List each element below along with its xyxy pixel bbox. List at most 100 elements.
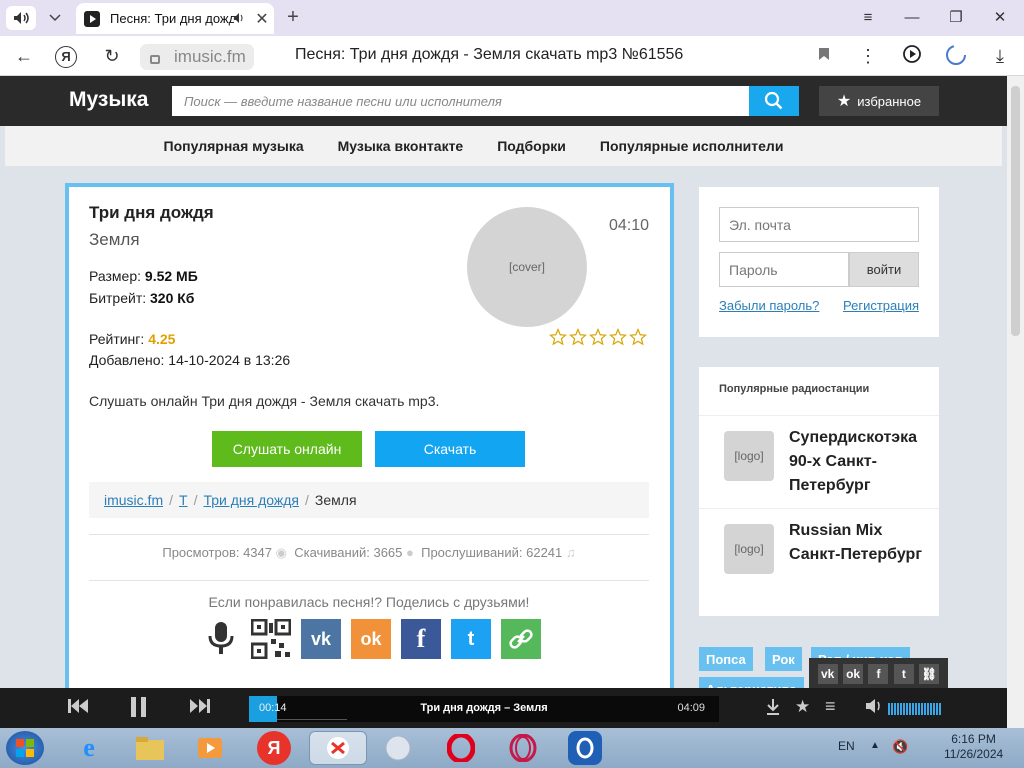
start-button-icon[interactable] [6, 731, 44, 765]
volume-slider[interactable] [888, 703, 941, 715]
system-clock[interactable]: 6:16 PM 11/26/2024 [944, 732, 1003, 762]
download-button[interactable]: Скачать [375, 431, 525, 467]
reload-icon[interactable]: ↻ [99, 44, 125, 68]
rating-star-icon[interactable] [569, 327, 587, 351]
speaker-muted-icon[interactable]: 🔇 [892, 739, 908, 755]
breadcrumb-home[interactable]: imusic.fm [104, 492, 163, 508]
media-player-icon[interactable] [194, 731, 228, 765]
login-button[interactable]: войти [849, 252, 919, 287]
yandex-music-icon[interactable] [309, 731, 367, 765]
downloads-count: Скачиваний: 3665 [294, 545, 403, 560]
link-icon[interactable] [501, 619, 541, 659]
yandex-logo-icon[interactable]: Я [55, 46, 77, 68]
breadcrumb-song[interactable]: Три дня дождя [203, 492, 299, 508]
previous-track-icon[interactable] [67, 696, 89, 721]
site-header: Музыка ★ избранное [0, 76, 1007, 126]
new-tab-icon[interactable]: + [280, 6, 306, 30]
audio-playing-icon[interactable] [6, 6, 36, 30]
playlist-menu-icon[interactable]: ≡ [825, 696, 836, 717]
twitter-icon[interactable]: t [451, 619, 491, 659]
site-logo[interactable]: Музыка [69, 88, 148, 112]
page-scrollbar[interactable] [1007, 76, 1024, 728]
favorites-button[interactable]: ★ избранное [819, 86, 939, 116]
input-language[interactable]: EN [838, 739, 855, 753]
microphone-icon[interactable] [201, 619, 241, 659]
window-close-icon[interactable]: ✕ [985, 6, 1015, 30]
facebook-icon[interactable]: f [868, 664, 889, 684]
song-duration: 04:10 [609, 217, 650, 234]
station-name[interactable]: Russian Mix Санкт-Петербург [789, 519, 929, 567]
breadcrumb-letter[interactable]: Т [179, 492, 188, 508]
station-name[interactable]: Супердискотэка 90-х Санкт-Петербург [789, 426, 929, 498]
downloads-icon[interactable]: ⤓ [987, 44, 1013, 68]
vk-icon[interactable]: vk [301, 619, 341, 659]
bookmark-icon[interactable] [811, 44, 837, 68]
facebook-icon[interactable]: f [401, 619, 441, 659]
rating-star-icon[interactable] [609, 327, 627, 351]
tab-audio-icon[interactable] [234, 11, 246, 26]
station-logo: [logo] [724, 431, 774, 481]
qr-code-icon[interactable] [251, 619, 291, 659]
url-host-pill[interactable]: imusic.fm [140, 44, 254, 70]
tab-close-icon[interactable]: ✕ [250, 9, 274, 29]
search-input[interactable] [172, 86, 750, 116]
volume-bar-segment [930, 703, 932, 715]
scrollbar-thumb[interactable] [1011, 86, 1020, 336]
nav-vk-music[interactable]: Музыка вконтакте [338, 138, 464, 154]
volume-icon[interactable] [865, 698, 883, 719]
browser-menu-icon[interactable]: ≡ [853, 6, 883, 30]
player-progress[interactable]: 00:14 Три дня дождя – Земля 04:09 [249, 696, 719, 722]
tray-expand-icon[interactable]: ▲ [870, 740, 880, 751]
tag-rock[interactable]: Рок [765, 647, 802, 671]
radio-station-item[interactable]: [logo] Супердискотэка 90-х Санкт-Петербу… [699, 415, 939, 508]
tab-list-chevron-icon[interactable] [40, 6, 70, 30]
forgot-password-link[interactable]: Забыли пароль? [719, 298, 819, 313]
media-play-icon[interactable] [899, 44, 925, 68]
breadcrumb-separator: / [305, 492, 309, 508]
nav-popular-music[interactable]: Популярная музыка [164, 138, 304, 154]
song-cover-image: [cover] [467, 207, 587, 327]
restore-icon[interactable]: ❐ [941, 6, 971, 30]
file-explorer-icon[interactable] [133, 731, 167, 765]
back-arrow-icon[interactable]: ← [11, 44, 37, 68]
rating-star-icon[interactable] [629, 327, 647, 351]
browser-tab-active[interactable]: Песня: Три дня дождя ✕ [76, 3, 274, 34]
player-favorite-star-icon[interactable]: ★ [795, 697, 810, 717]
internet-explorer-icon[interactable]: e [72, 731, 106, 765]
tag-pop[interactable]: Попса [699, 647, 753, 671]
song-title: Три дня дождя [89, 203, 214, 222]
volume-bar-segment [900, 703, 902, 715]
pause-icon[interactable] [130, 696, 148, 723]
odnoklassniki-icon[interactable]: ok [351, 619, 391, 659]
song-artist[interactable]: Земля [89, 230, 140, 250]
minimize-icon[interactable]: — [897, 6, 927, 30]
page-title[interactable]: Песня: Три дня дождя - Земля скачать mp3… [295, 46, 683, 64]
odnoklassniki-icon[interactable]: ok [843, 664, 864, 684]
opera-icon[interactable] [444, 731, 478, 765]
headphones-icon: ♫ [565, 545, 576, 560]
rating-stars[interactable] [549, 327, 647, 351]
player-download-icon[interactable] [765, 698, 781, 721]
outlook-icon[interactable] [568, 731, 602, 765]
password-field[interactable] [719, 252, 849, 287]
more-options-icon[interactable]: ⋮ [855, 44, 881, 68]
next-track-icon[interactable] [189, 696, 211, 721]
radio-station-item[interactable]: [logo] Russian Mix Санкт-Петербург [699, 508, 939, 601]
rating-star-icon[interactable] [549, 327, 567, 351]
nav-popular-artists[interactable]: Популярные исполнители [600, 138, 784, 154]
rating-star-icon[interactable] [589, 327, 607, 351]
link-icon[interactable]: ⛓ [919, 664, 940, 684]
listen-online-button[interactable]: Слушать онлайн [212, 431, 362, 467]
lock-icon [150, 54, 160, 64]
twitter-icon[interactable]: t [893, 664, 914, 684]
email-field[interactable] [719, 207, 919, 242]
register-link[interactable]: Регистрация [843, 298, 919, 313]
browser-app-icon[interactable] [381, 731, 415, 765]
opera-gx-icon[interactable] [506, 731, 540, 765]
vk-icon[interactable]: vk [817, 664, 838, 684]
nav-collections[interactable]: Подборки [497, 138, 566, 154]
alice-assistant-icon[interactable] [943, 44, 969, 68]
song-rating: Рейтинг: 4.25 [89, 331, 175, 347]
search-button[interactable] [749, 86, 799, 116]
yandex-browser-icon[interactable]: Я [257, 731, 291, 765]
